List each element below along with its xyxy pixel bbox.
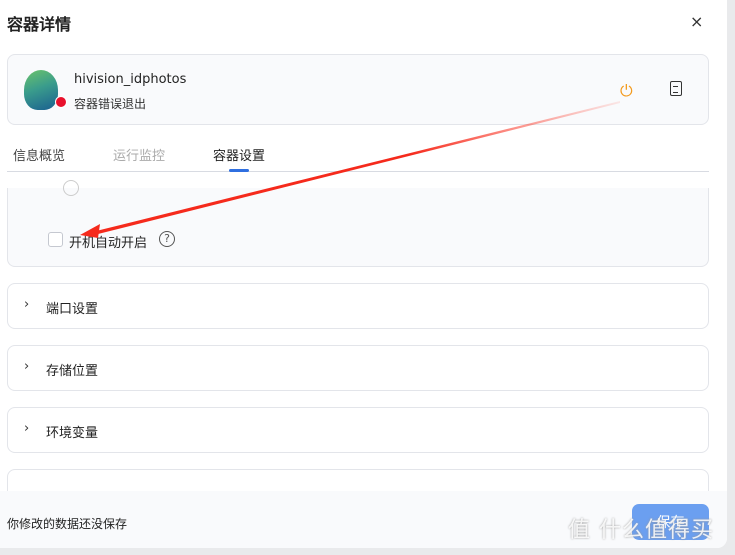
red-arrow-annotation [80, 101, 620, 238]
unsaved-message: 你修改的数据还没保存 [7, 517, 128, 531]
container-detail-dialog: 容器详情 × hivision_idphotos 容器错误退出 ⏻ 信息概览 运… [0, 0, 727, 548]
watermark: 值 什么值得买 [568, 518, 714, 543]
